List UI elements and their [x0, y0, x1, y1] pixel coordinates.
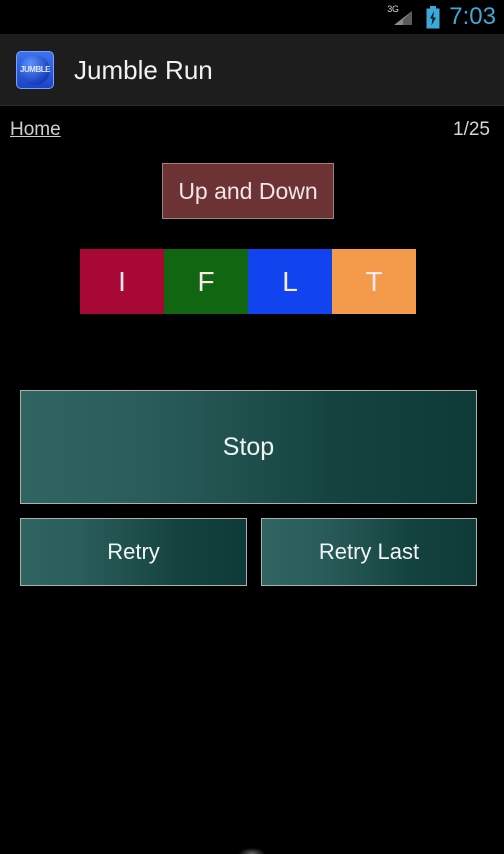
signal-strength-icon: 3G [387, 5, 417, 28]
app-screen: 3G 7:03 JUMBLE Jumble Run Home 1/25 Up a… [0, 0, 504, 854]
letter-tile-row: IFLT [80, 249, 416, 314]
app-logo-icon[interactable]: JUMBLE [16, 50, 54, 89]
signal-triangle-icon [394, 11, 413, 25]
puzzle-title-box[interactable]: Up and Down [162, 163, 334, 219]
stop-button[interactable]: Stop [20, 390, 477, 504]
puzzle-title-label: Up and Down [178, 178, 318, 204]
page-indicator: 1/25 [453, 119, 490, 140]
navigation-row: Home 1/25 [0, 107, 504, 153]
app-logo-inner: JUMBLE [20, 54, 50, 85]
status-bar-right-group: 3G 7:03 [387, 5, 496, 29]
battery-charging-icon [426, 5, 440, 28]
retry-last-button[interactable]: Retry Last [261, 518, 477, 586]
status-bar-clock: 7:03 [449, 3, 496, 30]
action-bar: JUMBLE Jumble Run [0, 34, 504, 106]
letter-tile[interactable]: T [332, 249, 416, 314]
bottom-glow [239, 848, 265, 854]
letter-tile[interactable]: I [80, 249, 164, 314]
letter-tile[interactable]: L [248, 249, 332, 314]
letter-tile[interactable]: F [164, 249, 248, 314]
retry-button[interactable]: Retry [20, 518, 247, 586]
app-title: Jumble Run [74, 54, 213, 85]
home-link[interactable]: Home [10, 119, 61, 141]
status-bar: 3G 7:03 [0, 0, 504, 34]
